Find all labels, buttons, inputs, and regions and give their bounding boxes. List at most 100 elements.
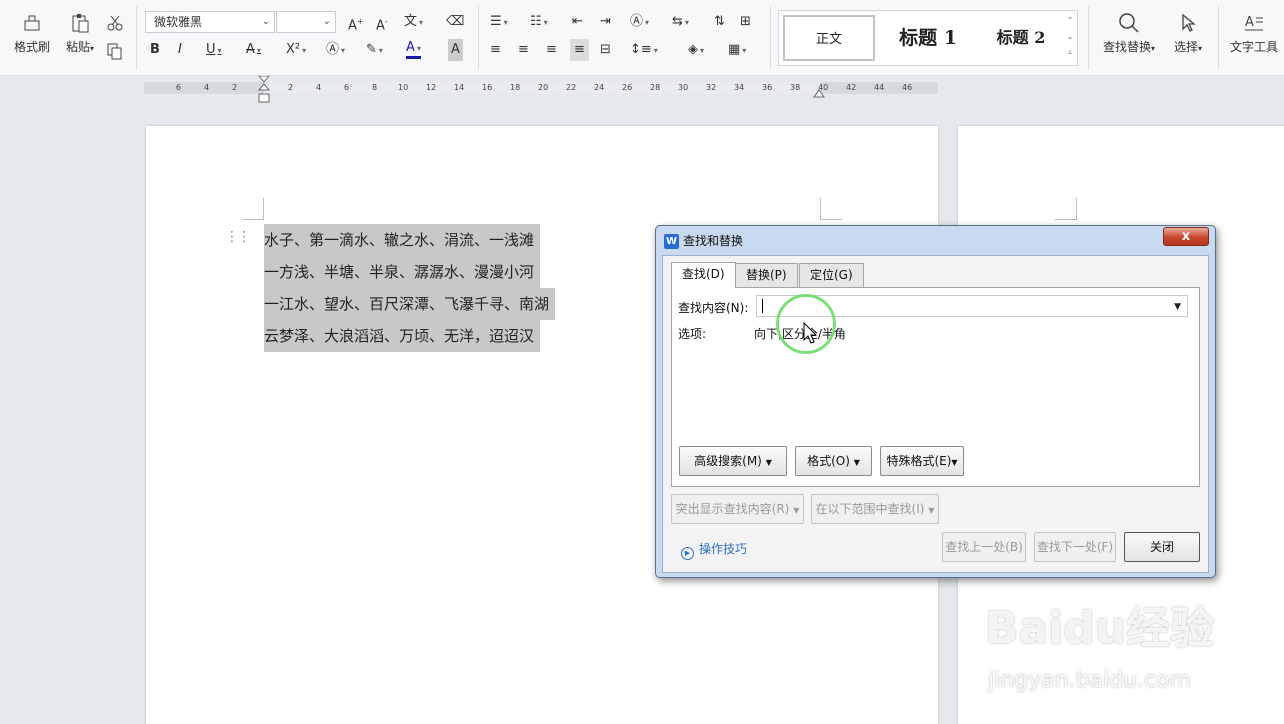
tab-find[interactable]: 查找(D) — [671, 262, 736, 288]
border-icon[interactable]: ▦ ▾ — [728, 39, 746, 61]
superscript-icon[interactable]: X² ▾ — [286, 39, 306, 61]
line-sort-icon[interactable]: ⇅ — [714, 11, 725, 33]
ruler-tick: 32 — [706, 83, 717, 92]
highlight-icon[interactable]: ✎ ▾ — [366, 39, 383, 61]
find-replace-button[interactable]: 查找替换▾ — [1098, 12, 1160, 55]
style-scroll-icon[interactable]: ⌃ ⌄ ⩡ — [1065, 13, 1075, 61]
close-button[interactable]: 关闭 — [1124, 532, 1200, 562]
font-size-select[interactable]: ⌄ — [276, 11, 336, 33]
chevron-down-icon: ▼ — [951, 458, 958, 467]
style-normal[interactable]: 正文 — [783, 15, 875, 61]
right-indent-marker-icon[interactable] — [813, 84, 825, 98]
ruler-tick: 28 — [650, 83, 661, 92]
justify-icon[interactable]: ≡ — [570, 39, 589, 61]
ruler-tick: 20 — [538, 83, 549, 92]
document-line[interactable]: 一江水、望水、百尺深潭、飞瀑千寻、南湖 — [264, 288, 556, 320]
ruler-tick: 8 — [372, 83, 378, 92]
mouse-pointer-icon — [803, 322, 818, 344]
find-in-range-button[interactable]: 在以下范围中查找(I) ▼ — [811, 494, 939, 524]
document-line[interactable]: 一方浅、半塘、半泉、潺潺水、漫漫小河 — [264, 256, 541, 288]
advanced-search-label: 高级搜索(M) — [694, 454, 762, 468]
ruler-tick: 16 — [482, 83, 493, 92]
margin-corner — [242, 198, 264, 220]
text-tools-label: 文字工具 — [1229, 40, 1278, 54]
strikethrough-icon[interactable]: A ▾ — [246, 39, 261, 61]
copy-icon[interactable] — [106, 42, 124, 60]
phonetic-icon[interactable]: 文 ▾ — [404, 11, 423, 33]
grow-font-icon[interactable]: A+ — [348, 11, 364, 33]
increase-indent-icon[interactable]: ⇥ — [600, 11, 611, 33]
ruler-tick: 34 — [734, 83, 745, 92]
dialog-title: 查找和替换 — [683, 234, 744, 248]
text-tools-button[interactable]: A 文字工具 — [1226, 12, 1282, 55]
format-painter-icon — [24, 15, 40, 31]
highlight-results-button[interactable]: 突出显示查找内容(R) ▼ — [671, 494, 804, 524]
format-button[interactable]: 格式(O) ▼ — [795, 446, 872, 476]
find-replace-label: 查找替换 — [1102, 40, 1151, 54]
paste-button[interactable]: 粘贴▾ — [60, 12, 100, 55]
select-label: 选择 — [1173, 40, 1198, 54]
dropdown-arrow-icon[interactable]: ▼ — [1174, 296, 1181, 318]
numbered-list-icon[interactable]: ☷ ▾ — [530, 11, 548, 33]
bold-icon[interactable]: B — [150, 39, 160, 61]
ruler-tick: 2 — [232, 83, 238, 92]
dialog-close-button[interactable]: x — [1163, 227, 1209, 246]
align-center-icon[interactable]: ≡ — [518, 39, 529, 61]
select-button[interactable]: 选择▾ — [1166, 12, 1210, 55]
line-spacing-icon[interactable]: ↕≡ ▾ — [630, 39, 658, 61]
shading-icon[interactable]: ◈ ▾ — [688, 39, 704, 61]
text-effect-icon[interactable]: Ⓐ ▾ — [326, 39, 345, 61]
ruler-tick: 46 — [902, 83, 913, 92]
special-format-label: 特殊格式(E) — [886, 454, 952, 468]
font-name-select[interactable]: 微软雅黑 ⌄ — [145, 11, 275, 33]
align-left-icon[interactable]: ≡ — [490, 39, 501, 61]
clear-format-icon[interactable]: ⌫ — [446, 11, 464, 33]
divider — [1218, 6, 1219, 70]
advanced-search-button[interactable]: 高级搜索(M) ▼ — [679, 446, 787, 476]
watermark-url: jingyan.baidu.com — [988, 668, 1192, 693]
tips-link[interactable]: ▶ 操作技巧 — [681, 540, 747, 560]
chevron-down-icon: ▼ — [928, 506, 935, 515]
distributed-icon[interactable]: ⊟ — [600, 39, 611, 61]
special-format-button[interactable]: 特殊格式(E)▼ — [880, 446, 964, 476]
tips-label: 操作技巧 — [699, 542, 748, 556]
italic-icon[interactable]: I — [178, 39, 182, 61]
find-previous-button[interactable]: 查找上一处(B) — [942, 532, 1026, 562]
tab-replace[interactable]: 替换(P) — [735, 263, 798, 287]
ruler-tick: 14 — [454, 83, 465, 92]
font-color-icon[interactable]: A ▾ — [406, 39, 421, 59]
chevron-down-icon: ▼ — [765, 458, 772, 467]
bullet-list-icon[interactable]: ☰ ▾ — [490, 11, 508, 33]
watermark-brand: Baidu经验 — [985, 603, 1215, 654]
style-heading-2[interactable]: 标题 2 — [979, 15, 1063, 61]
find-next-button[interactable]: 查找下一处(F) — [1034, 532, 1116, 562]
chevron-down-icon: ⌄ — [322, 16, 331, 27]
svg-text:A: A — [1245, 15, 1254, 30]
decrease-indent-icon[interactable]: ⇤ — [572, 11, 583, 33]
ruler-tick: 38 — [790, 83, 801, 92]
text-caret — [762, 299, 763, 313]
divider — [1088, 6, 1089, 70]
chevron-down-icon: ▼ — [853, 458, 860, 467]
drag-handle-icon[interactable]: ⋮⋮ — [225, 229, 251, 245]
tab-goto[interactable]: 定位(G) — [799, 263, 864, 287]
underline-icon[interactable]: U ▾ — [206, 39, 222, 61]
show-marks-icon[interactable]: ⊞ — [740, 11, 751, 33]
ruler-tick: 6 — [176, 83, 182, 92]
dialog-title-bar[interactable]: W 查找和替换 — [664, 230, 743, 252]
margin-corner — [1055, 198, 1077, 220]
paste-label: 粘贴 — [65, 40, 90, 54]
highlight-results-label: 突出显示查找内容(R) — [675, 502, 790, 516]
style-heading-1[interactable]: 标题 1 — [883, 15, 973, 61]
text-direction-icon[interactable]: Ⓐ ▾ — [630, 11, 649, 33]
ruler-tick: 4 — [204, 83, 210, 92]
cut-icon[interactable] — [106, 14, 124, 32]
indent-marker-icon[interactable] — [258, 76, 270, 104]
sort-icon[interactable]: ⇆ ▾ — [672, 11, 689, 33]
document-line[interactable]: 水子、第一滴水、辙之水、涓流、一浅滩 — [264, 224, 541, 256]
shrink-font-icon[interactable]: A- — [376, 11, 388, 33]
format-painter-button[interactable]: 格式刷 — [12, 12, 52, 55]
align-right-icon[interactable]: ≡ — [546, 39, 557, 61]
char-shading-icon[interactable]: A — [448, 39, 463, 61]
document-line[interactable]: 云梦泽、大浪滔滔、万顷、无洋，迢迢汉 — [264, 320, 541, 352]
